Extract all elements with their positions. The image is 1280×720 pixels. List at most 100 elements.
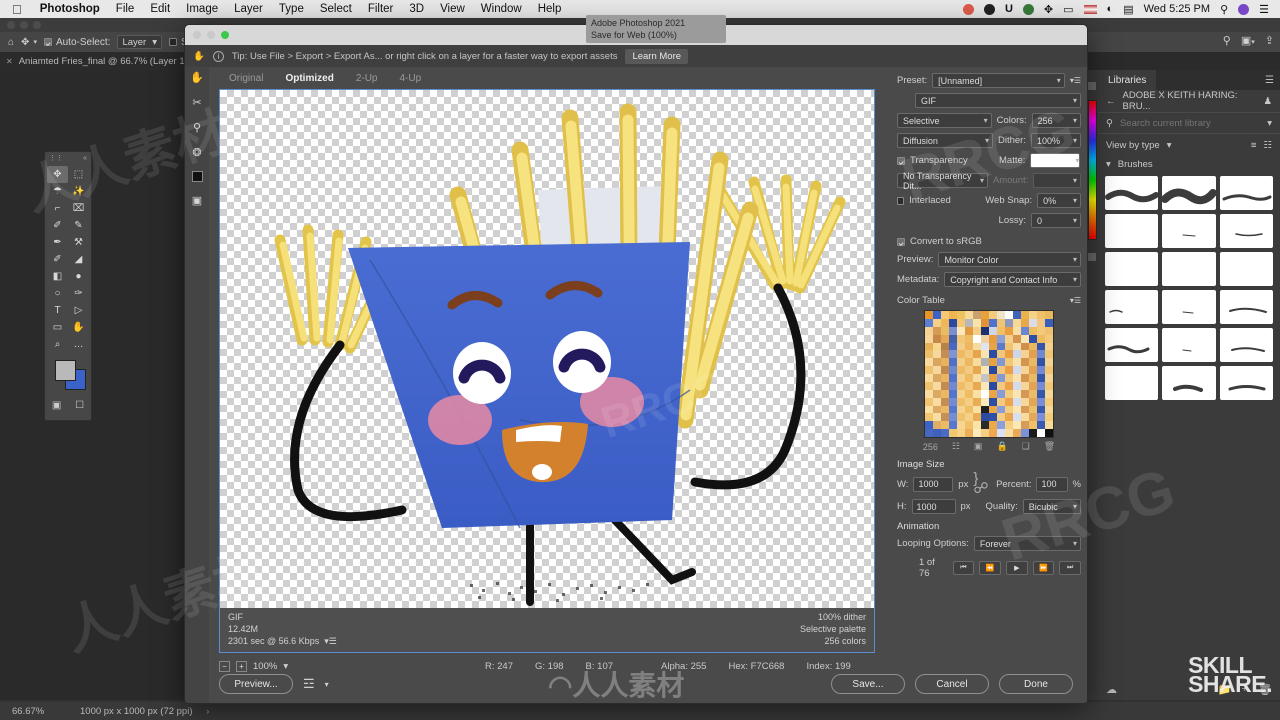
color-swatch[interactable] (1037, 413, 1045, 422)
color-swatch[interactable] (925, 381, 933, 390)
color-swatch[interactable] (1037, 326, 1045, 335)
brush-thumbnail[interactable] (1162, 290, 1216, 324)
color-swatch[interactable] (949, 429, 957, 437)
color-swatch[interactable] (925, 397, 933, 406)
brush-thumbnail[interactable] (1105, 328, 1159, 362)
color-swatch[interactable] (941, 366, 949, 374)
flag-icon[interactable] (1079, 4, 1102, 14)
auto-select-checkbox[interactable]: Auto-Select: (43, 37, 110, 48)
color-swatch[interactable] (1037, 318, 1045, 327)
snap-to-web-icon[interactable]: ☷ (952, 441, 960, 452)
eyedropper-tool[interactable]: ✐ (47, 217, 68, 234)
interlaced-checkbox[interactable] (897, 196, 905, 205)
color-swatch[interactable] (1045, 358, 1053, 367)
color-swatch[interactable] (941, 350, 949, 359)
color-swatch[interactable] (949, 334, 957, 343)
color-swatch[interactable] (1021, 311, 1029, 319)
color-swatch[interactable] (981, 397, 989, 406)
color-swatch[interactable] (965, 413, 973, 422)
color-swatch[interactable] (989, 374, 997, 382)
transparency-checkbox[interactable] (897, 156, 905, 165)
view-by-type-row[interactable]: View by type ▾ ≡ ☷ (1098, 134, 1280, 156)
chevron-down-icon[interactable]: ▾ (325, 680, 329, 689)
airplay-icon[interactable]: ▭ (1058, 3, 1078, 16)
color-swatch[interactable] (941, 421, 949, 430)
color-swatch[interactable] (957, 381, 965, 390)
color-swatch[interactable] (933, 397, 941, 406)
color-swatch[interactable] (1021, 358, 1029, 367)
color-swatch[interactable] (997, 381, 1005, 390)
color-swatch[interactable] (1037, 350, 1045, 359)
color-swatch[interactable] (973, 350, 981, 359)
color-swatch[interactable] (1021, 334, 1029, 343)
brush-thumbnail[interactable] (1162, 252, 1216, 286)
color-swatch[interactable] (957, 311, 965, 319)
color-swatch[interactable] (1005, 374, 1013, 382)
color-swatch[interactable] (1021, 429, 1029, 437)
cancel-button[interactable]: Cancel (915, 674, 989, 694)
color-swatch[interactable] (1045, 381, 1053, 390)
color-swatch[interactable] (933, 381, 941, 390)
menu-item-file[interactable]: File (108, 3, 143, 15)
color-swatch[interactable] (965, 381, 973, 390)
color-swatch[interactable] (925, 318, 933, 327)
color-swatch[interactable] (1021, 318, 1029, 327)
color-swatch[interactable] (1029, 350, 1037, 359)
search-icon[interactable]: ⚲ (1215, 3, 1233, 16)
color-swatch[interactable] (1021, 350, 1029, 359)
color-swatch[interactable] (965, 318, 973, 327)
transparency-dither-select[interactable]: No Transparency Dit... ▾ (897, 171, 988, 191)
sort-icon[interactable]: ≡ (1251, 140, 1257, 151)
color-swatches[interactable] (45, 357, 91, 397)
color-swatch[interactable] (933, 326, 941, 335)
color-swatch[interactable] (957, 405, 965, 414)
siri-icon[interactable] (1233, 3, 1254, 15)
home-icon[interactable]: ⌂ (8, 37, 14, 48)
preset-select[interactable]: [Unnamed] ▾ (932, 73, 1065, 88)
color-swatch[interactable] (997, 311, 1005, 319)
color-swatch[interactable] (1029, 421, 1037, 430)
color-swatch[interactable] (1005, 429, 1013, 437)
color-swatch[interactable] (989, 358, 997, 367)
color-swatch[interactable] (1045, 397, 1053, 406)
hand-tool[interactable]: ✋ (68, 319, 89, 336)
color-swatch[interactable] (997, 326, 1005, 335)
color-swatch[interactable] (997, 366, 1005, 374)
color-swatch[interactable] (981, 381, 989, 390)
library-search-row[interactable]: ⚲ ▾ (1098, 112, 1280, 134)
pen-tool[interactable]: ✑ (68, 285, 89, 302)
color-swatch[interactable] (973, 389, 981, 398)
close-icon[interactable]: ✕ (6, 57, 13, 66)
web-shift-icon[interactable]: ▣ (974, 441, 983, 452)
height-input[interactable]: 1000 (911, 499, 956, 514)
color-swatch[interactable] (925, 421, 933, 430)
brush-thumbnail[interactable] (1219, 328, 1273, 362)
color-swatch[interactable] (965, 358, 973, 367)
chevron-down-icon[interactable]: ▾ (1167, 140, 1172, 151)
color-table-grid[interactable] (924, 310, 1054, 438)
rectangle-tool[interactable]: ▭ (47, 319, 68, 336)
color-swatch[interactable] (997, 374, 1005, 382)
color-swatch[interactable] (1013, 413, 1021, 422)
blur-tool[interactable]: ● (68, 268, 89, 285)
play-icon[interactable]: ▶ (1005, 561, 1028, 575)
color-swatch[interactable] (1013, 311, 1021, 319)
panel-menu-icon[interactable]: ▾☰ (1070, 296, 1081, 305)
color-swatch[interactable] (949, 366, 957, 374)
zoom-tool-icon[interactable]: ⚲ (193, 121, 201, 134)
color-swatch[interactable] (989, 405, 997, 414)
color-swatch[interactable] (925, 374, 933, 382)
invite-collaborator-icon[interactable]: ♟ (1263, 96, 1272, 107)
menu-item-select[interactable]: Select (312, 3, 360, 15)
color-swatch[interactable] (965, 421, 973, 430)
brush-thumbnail[interactable] (1105, 290, 1159, 324)
color-swatch[interactable] (1037, 429, 1045, 437)
previous-frame-icon[interactable]: ⏪ (979, 561, 1001, 575)
color-swatch[interactable] (1005, 421, 1013, 430)
tab-4up[interactable]: 4-Up (392, 71, 430, 86)
record-icon[interactable] (958, 3, 979, 15)
color-swatch[interactable] (949, 421, 957, 430)
file-format-select[interactable]: GIF ▾ (915, 93, 1081, 108)
quality-select[interactable]: Bicubic ▾ (1022, 499, 1081, 514)
color-swatch[interactable] (989, 381, 997, 390)
